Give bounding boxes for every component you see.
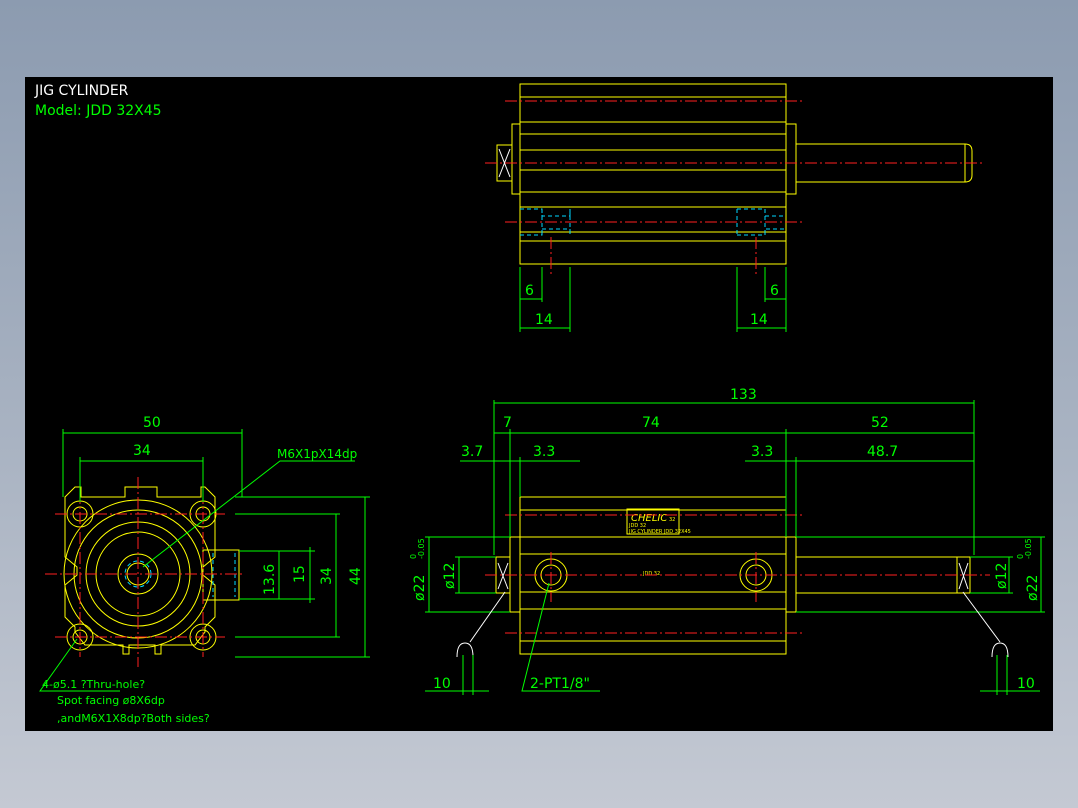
dim-side-3-3-left: 3.3 [533, 444, 555, 460]
left-bore: ø12 [442, 563, 458, 589]
dim-bottom-right-10: 10 [1017, 676, 1035, 692]
dim-bottom-left-10: 10 [433, 676, 451, 692]
dim-end-13-6: 13.6 [262, 564, 278, 595]
body-label: JDD 32 [642, 571, 660, 577]
drawing-title: JIG CYLINDER [34, 83, 129, 99]
end-view: 50 34 13.6 15 34 44 M6X1pX14dp 4-ø5.1 ?T… [39, 415, 370, 725]
left-tol-lower: -0.05 [417, 538, 426, 559]
dim-top-6-left: 6 [525, 283, 534, 299]
dim-top-6-right: 6 [770, 283, 779, 299]
drawing-model: Model: JDD 32X45 [35, 103, 162, 119]
hole-note-3: ,andM6X1X8dp?Both sides? [57, 712, 210, 725]
hole-note-1: 4-ø5.1 ?Thru-hole? [42, 678, 145, 691]
dim-side-48-7: 48.7 [867, 444, 898, 460]
thread-callout: M6X1pX14dp [277, 447, 357, 461]
dim-side-7: 7 [503, 415, 512, 431]
hole-note-2: Spot facing ø8X6dp [57, 694, 165, 707]
drawing-canvas: JIG CYLINDER Model: JDD 32X45 6 14 6 14 … [25, 77, 1053, 731]
dim-end-15: 15 [292, 565, 308, 583]
dim-side-3-7: 3.7 [461, 444, 483, 460]
dim-side-133: 133 [730, 387, 757, 403]
right-dia: ø22 [1025, 575, 1041, 601]
right-bore: ø12 [994, 563, 1010, 589]
right-tol-lower: -0.05 [1024, 538, 1033, 559]
brand-size: 32 [669, 517, 675, 523]
dim-end-34-side: 34 [319, 567, 335, 585]
dim-end-34-top: 34 [133, 443, 151, 459]
dim-side-3-3-right: 3.3 [751, 444, 773, 460]
plate-line-2: JIG CYLINDER JDD 32X45 [628, 529, 691, 535]
top-view: 6 14 6 14 [485, 83, 985, 332]
dim-end-50: 50 [143, 415, 161, 431]
port-callout: 2-PT1/8" [530, 676, 590, 692]
dim-side-52: 52 [871, 415, 889, 431]
dim-end-44: 44 [348, 567, 364, 585]
dim-top-14-left: 14 [535, 312, 553, 328]
cad-drawing: JIG CYLINDER Model: JDD 32X45 6 14 6 14 … [34, 83, 1045, 725]
side-view: CHELIC 32 JDD 32 JIG CYLINDER JDD 32X45 … [409, 387, 1045, 695]
left-dia: ø22 [412, 575, 428, 601]
dim-top-14-right: 14 [750, 312, 768, 328]
dim-side-74: 74 [642, 415, 660, 431]
